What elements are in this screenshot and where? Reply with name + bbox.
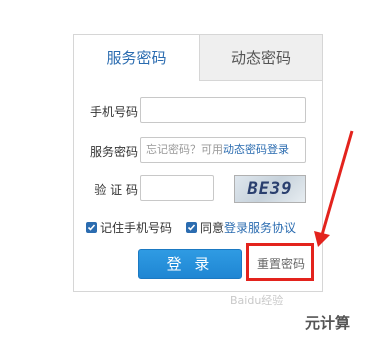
agree-prefix: 同意	[200, 221, 225, 235]
captcha-label: 验 证 码	[94, 183, 138, 197]
check-icon	[87, 224, 96, 231]
watermark: Baidu经验	[230, 294, 284, 307]
phone-label: 手机号码	[89, 105, 138, 119]
agree-checkbox[interactable]	[186, 222, 197, 233]
captcha-input[interactable]	[140, 175, 214, 201]
agree-text: 同意登录服务协议	[200, 219, 296, 236]
corner-logo: 元计算	[305, 314, 351, 332]
tab-dynamic-password[interactable]: 动态密码	[199, 35, 322, 81]
remember-label: 记住手机号码	[100, 221, 173, 235]
remember-checkbox[interactable]	[86, 222, 97, 233]
password-label: 服务密码	[89, 145, 138, 159]
password-hint: 忘记密码？可用	[146, 143, 223, 156]
check-icon	[187, 224, 196, 231]
dynamic-login-link[interactable]: 动态密码登录	[223, 143, 289, 156]
login-button[interactable]: 登 录	[138, 249, 242, 279]
tab-service-password[interactable]: 服务密码	[74, 35, 199, 81]
password-input[interactable]: 忘记密码？可用动态密码登录	[140, 137, 306, 163]
login-tabs: 服务密码 动态密码	[74, 35, 322, 81]
captcha-image[interactable]: BE39	[234, 175, 306, 203]
red-arrow-icon	[314, 130, 354, 247]
service-agreement-link[interactable]: 登录服务协议	[224, 221, 296, 235]
phone-input[interactable]	[140, 97, 306, 123]
